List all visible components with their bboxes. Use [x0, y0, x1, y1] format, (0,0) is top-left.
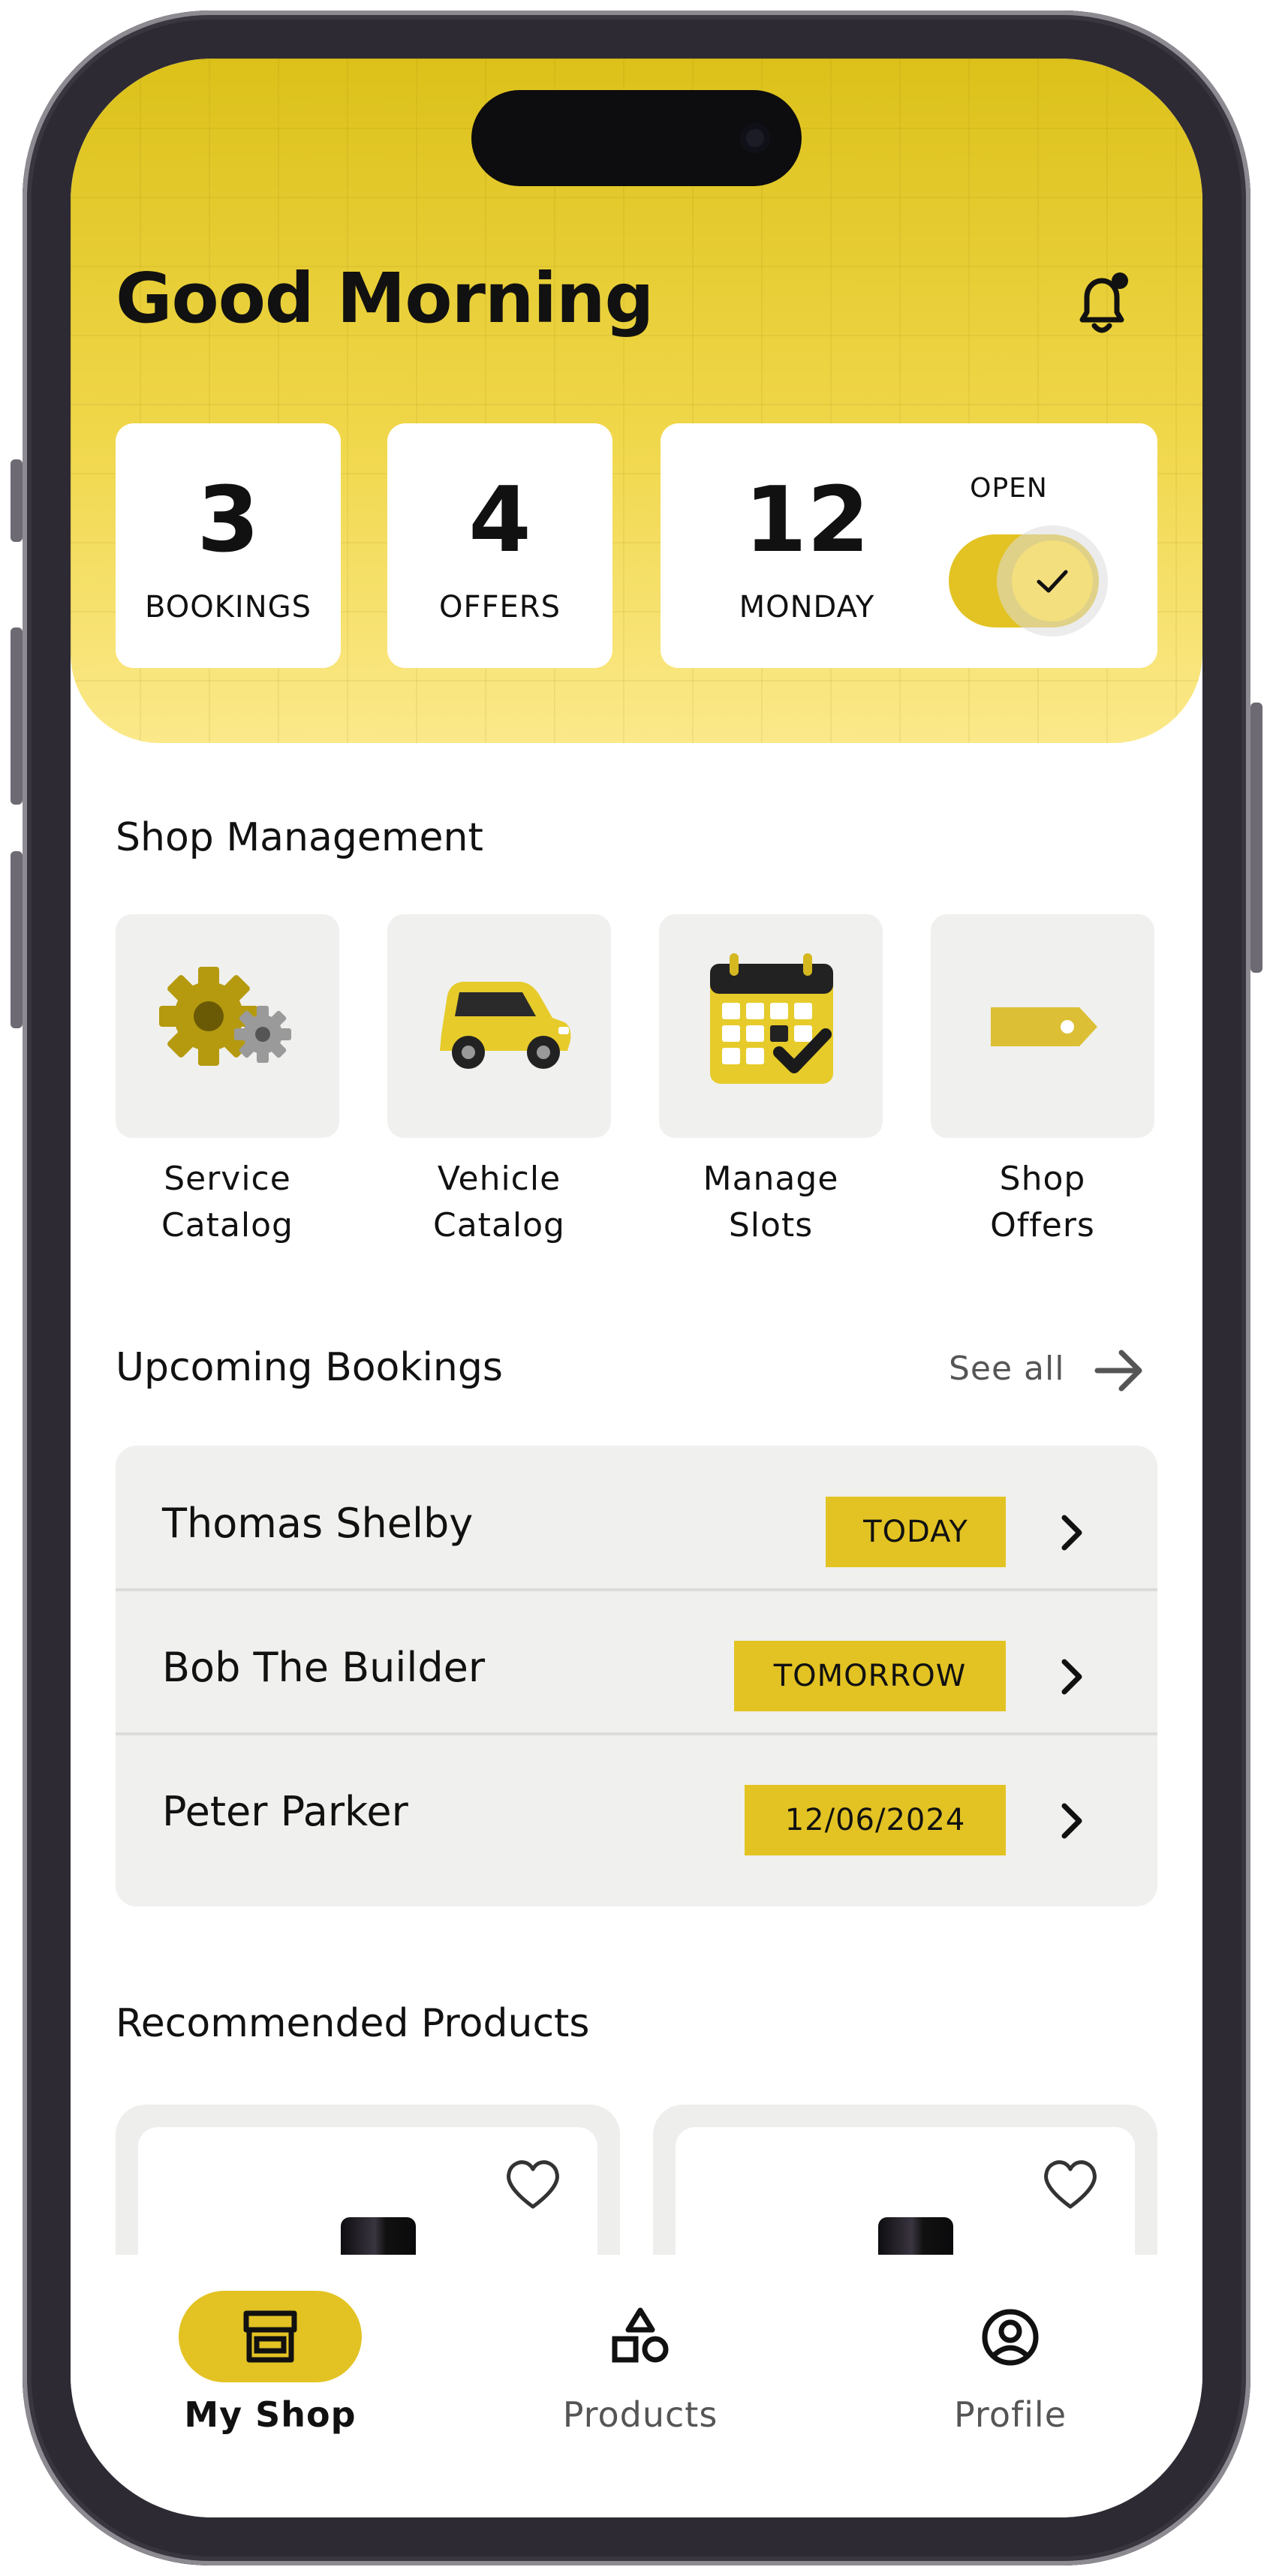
profile-icon — [980, 2307, 1040, 2370]
heart-icon[interactable] — [1040, 2157, 1100, 2214]
check-icon — [1037, 570, 1068, 593]
app-screen: Good Morning 3 BOOKINGS 4 OFFERS 12 MOND… — [71, 59, 1202, 2517]
tab-label: Profile — [953, 2394, 1067, 2435]
shop-open-toggle[interactable] — [949, 534, 1099, 627]
booking-customer-name: Bob The Builder — [162, 1644, 486, 1691]
dynamic-island — [471, 90, 802, 186]
shapes-icon — [610, 2307, 670, 2370]
tab-profile[interactable]: Profile — [811, 2255, 1186, 2480]
tab-label: Products — [562, 2394, 718, 2435]
tab-label: My Shop — [184, 2394, 357, 2435]
row-divider — [116, 1588, 1157, 1591]
calendar-icon — [710, 953, 833, 1084]
booking-row[interactable]: Peter Parker 12/06/2024 — [116, 1741, 1157, 1884]
tab-my-shop[interactable]: My Shop — [71, 2255, 446, 2480]
offers-count: 4 — [468, 468, 531, 573]
vehicle-catalog-label: Vehicle Catalog — [433, 1160, 565, 1244]
shop-status-label: OPEN — [970, 473, 1048, 504]
toggle-knob — [1012, 540, 1093, 621]
chevron-right-icon[interactable] — [1057, 1800, 1087, 1845]
booking-date-badge: TOMORROW — [734, 1641, 1006, 1711]
camera-lens — [740, 123, 770, 153]
booking-customer-name: Peter Parker — [162, 1788, 408, 1835]
greeting-title: Good Morning — [116, 258, 654, 339]
chevron-right-icon[interactable] — [1057, 1512, 1087, 1557]
date-weekday: MONDAY — [739, 590, 875, 624]
volume-down-button — [11, 851, 23, 1028]
see-all-link[interactable]: See all — [949, 1350, 1064, 1388]
car-icon — [440, 982, 571, 1069]
arrow-right-icon[interactable] — [1093, 1347, 1145, 1398]
tab-products[interactable]: Products — [441, 2255, 816, 2480]
shop-management-title: Shop Management — [116, 815, 483, 860]
booking-date-badge: TODAY — [826, 1497, 1006, 1567]
bookings-stat-card[interactable]: 3 BOOKINGS — [116, 423, 341, 668]
recommended-products-title: Recommended Products — [116, 2001, 590, 2046]
chevron-right-icon[interactable] — [1057, 1656, 1087, 1701]
booking-customer-name: Thomas Shelby — [162, 1500, 474, 1547]
booking-row[interactable]: Bob The Builder TOMORROW — [116, 1597, 1157, 1740]
volume-up-button — [11, 627, 23, 805]
heart-icon[interactable] — [503, 2157, 563, 2214]
date-status-card: 12 MONDAY OPEN — [661, 423, 1157, 668]
power-button — [1250, 703, 1262, 973]
bookings-list: Thomas Shelby TODAY Bob The Builder TOMO… — [116, 1446, 1157, 1906]
service-catalog-tile[interactable] — [116, 914, 339, 1138]
manage-slots-tile[interactable] — [659, 914, 883, 1138]
booking-row[interactable]: Thomas Shelby TODAY — [116, 1453, 1157, 1596]
date-day: 12 — [744, 468, 870, 573]
gears-icon — [159, 967, 291, 1066]
notification-bell-icon[interactable] — [1072, 270, 1132, 338]
offers-label: OFFERS — [439, 590, 561, 624]
bottom-tab-bar: My Shop Products Profile — [71, 2255, 1202, 2517]
bookings-label: BOOKINGS — [144, 590, 312, 624]
offers-stat-card[interactable]: 4 OFFERS — [387, 423, 612, 668]
manage-slots-label: Manage Slots — [703, 1160, 839, 1244]
service-catalog-label: Service Catalog — [161, 1160, 293, 1244]
shop-offers-label: Shop Offers — [990, 1160, 1095, 1244]
action-button — [11, 459, 23, 542]
bookings-count: 3 — [197, 468, 260, 573]
store-icon — [240, 2307, 300, 2369]
row-divider — [116, 1732, 1157, 1735]
shop-offers-tile[interactable] — [931, 914, 1154, 1138]
upcoming-bookings-title: Upcoming Bookings — [116, 1345, 503, 1390]
vehicle-catalog-tile[interactable] — [387, 914, 611, 1138]
booking-date-badge: 12/06/2024 — [745, 1785, 1006, 1855]
tag-icon — [991, 1007, 1097, 1046]
